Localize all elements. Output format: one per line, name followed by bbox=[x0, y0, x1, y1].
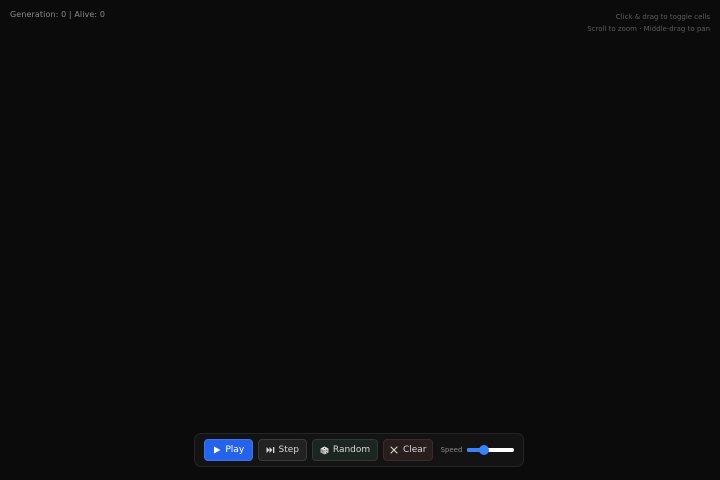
speed-slider-thumb[interactable] bbox=[478, 445, 489, 455]
control-toolbar: Play Step Random Clear Speed bbox=[194, 433, 524, 467]
step-button-label: Step bbox=[278, 445, 300, 455]
speed-label: Speed bbox=[440, 446, 463, 454]
step-button[interactable]: Step bbox=[257, 439, 308, 461]
close-icon bbox=[390, 446, 399, 455]
game-canvas[interactable] bbox=[0, 0, 720, 480]
random-button-label: Random bbox=[332, 445, 371, 455]
help-hints: Click & drag to toggle cells Scroll to z… bbox=[587, 11, 710, 35]
dice-icon bbox=[320, 446, 329, 455]
hint-zoom-pan: Scroll to zoom · Middle-drag to pan bbox=[587, 25, 710, 33]
play-button-label: Play bbox=[225, 445, 245, 455]
clear-button[interactable]: Clear bbox=[383, 439, 434, 461]
random-button[interactable]: Random bbox=[312, 439, 379, 461]
skip-forward-icon bbox=[266, 446, 275, 455]
hint-toggle-cells: Click & drag to toggle cells bbox=[615, 13, 710, 21]
play-button[interactable]: Play bbox=[204, 439, 253, 461]
play-icon bbox=[212, 446, 221, 455]
clear-button-label: Clear bbox=[402, 445, 427, 455]
speed-slider[interactable] bbox=[467, 445, 514, 455]
generation-status: Generation: 0 | Alive: 0 bbox=[10, 10, 106, 19]
